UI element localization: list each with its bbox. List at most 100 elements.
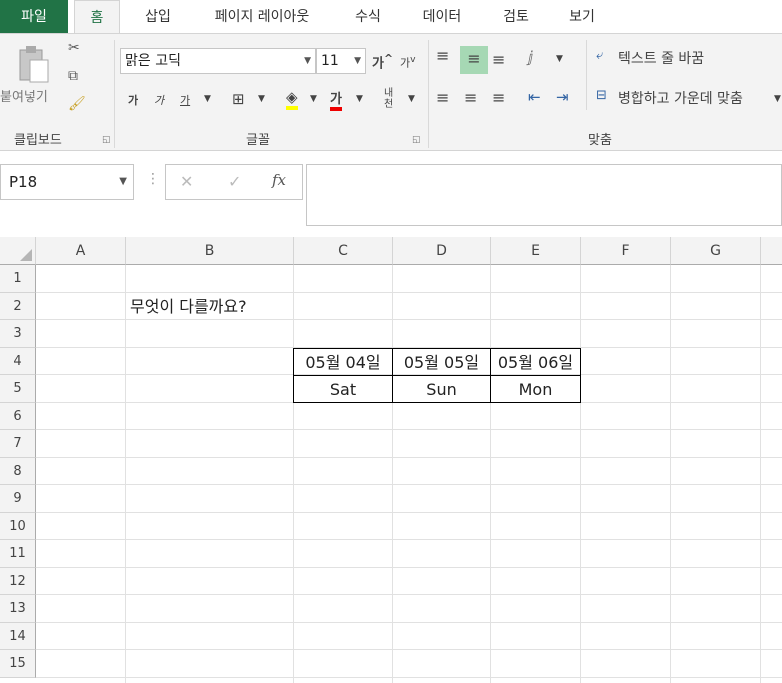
name-box-value: P18 xyxy=(9,173,38,191)
row-header-7[interactable]: 7 xyxy=(0,430,36,458)
underline-button[interactable]: 가 xyxy=(180,92,190,108)
column-gridline xyxy=(293,265,294,683)
align-center-icon[interactable]: ≡ xyxy=(464,88,477,107)
select-all-icon xyxy=(20,249,32,261)
row-header-2[interactable]: 2 xyxy=(0,292,36,320)
cell-d4[interactable]: 05월 05일 xyxy=(392,348,491,376)
column-gridline xyxy=(760,265,761,683)
insert-function-icon[interactable]: fx xyxy=(272,171,286,189)
fill-color-icon[interactable]: ◈ xyxy=(286,88,298,110)
tab-data[interactable]: 데이터 xyxy=(414,0,470,34)
row-header-4[interactable]: 4 xyxy=(0,347,36,375)
row-header-3[interactable]: 3 xyxy=(0,320,36,348)
chevron-down-icon[interactable]: ▼ xyxy=(408,94,415,104)
formula-input[interactable] xyxy=(306,164,782,226)
cell-e5[interactable]: Mon xyxy=(490,375,581,403)
tab-page-layout[interactable]: 페이지 레이아웃 xyxy=(202,0,322,34)
column-gridline xyxy=(670,265,671,683)
tab-insert[interactable]: 삽입 xyxy=(138,0,178,34)
grow-font-button[interactable]: 가^ xyxy=(372,52,393,71)
row-header-6[interactable]: 6 xyxy=(0,402,36,430)
increase-indent-icon[interactable]: ⇥ xyxy=(556,88,569,106)
orientation-icon[interactable]: ⅉ xyxy=(528,48,533,66)
align-middle-icon[interactable]: ≡ xyxy=(460,46,488,74)
select-all-corner[interactable] xyxy=(0,237,36,265)
chevron-down-icon[interactable]: ▼ xyxy=(774,94,781,104)
cancel-icon[interactable]: ✕ xyxy=(180,172,193,191)
font-color-button[interactable]: 가 xyxy=(330,88,342,111)
clipboard-group-label: 클립보드 xyxy=(14,133,62,148)
bold-button[interactable]: 가 xyxy=(128,92,138,108)
paste-icon[interactable] xyxy=(16,44,52,86)
row-header-15[interactable]: 15 xyxy=(0,650,36,678)
borders-icon[interactable]: ⊞ xyxy=(232,90,245,108)
column-header-c[interactable]: C xyxy=(294,237,393,265)
wrap-text-button[interactable]: 텍스트 줄 바꿈 xyxy=(618,48,704,68)
name-box[interactable]: P18 ▼ xyxy=(0,164,134,200)
chevron-down-icon[interactable]: ▼ xyxy=(556,54,563,64)
chevron-down-icon[interactable]: ▼ xyxy=(258,94,265,104)
format-painter-icon[interactable]: 🖌 xyxy=(68,96,86,112)
row-header-1[interactable]: 1 xyxy=(0,265,36,293)
decrease-indent-icon[interactable]: ⇤ xyxy=(528,88,541,106)
enter-check-icon[interactable]: ✓ xyxy=(228,172,241,191)
merge-center-button[interactable]: 병합하고 가운데 맞춤 xyxy=(618,88,743,108)
column-gridline xyxy=(490,265,491,683)
worksheet-grid: A B C D E F G 1 2 3 4 5 6 7 8 9 10 11 12 13 14 15 무엇이 … xyxy=(0,237,782,683)
group-divider xyxy=(114,40,115,148)
chevron-down-icon: ▼ xyxy=(354,56,361,66)
column-header-d[interactable]: D xyxy=(393,237,491,265)
column-gridline xyxy=(125,265,126,683)
column-header-partial[interactable] xyxy=(761,237,782,265)
caret-down-icon: v xyxy=(410,54,416,65)
chevron-down-icon[interactable]: ▼ xyxy=(119,165,127,199)
align-right-icon[interactable]: ≡ xyxy=(492,88,505,107)
chevron-down-icon[interactable]: ▼ xyxy=(356,94,363,104)
font-launcher-icon[interactable]: ◱ xyxy=(412,135,421,145)
chevron-down-icon[interactable]: ▼ xyxy=(204,94,211,104)
cell-e4[interactable]: 05월 06일 xyxy=(490,348,581,376)
tab-home[interactable]: 홈 xyxy=(74,0,120,35)
copy-icon[interactable]: ⧉ xyxy=(68,68,78,84)
row-header-12[interactable]: 12 xyxy=(0,567,36,595)
clipboard-launcher-icon[interactable]: ◱ xyxy=(102,135,111,145)
column-header-f[interactable]: F xyxy=(581,237,671,265)
tab-review[interactable]: 검토 xyxy=(496,0,536,34)
align-top-icon[interactable]: ≡ xyxy=(436,46,449,65)
align-bottom-icon[interactable]: ≡ xyxy=(492,50,505,69)
column-header-b[interactable]: B xyxy=(126,237,294,265)
column-gridline xyxy=(580,265,581,683)
align-left-icon[interactable]: ≡ xyxy=(436,88,449,107)
cell-c4[interactable]: 05월 04일 xyxy=(293,348,393,376)
column-header-e[interactable]: E xyxy=(491,237,581,265)
cell-d5[interactable]: Sun xyxy=(392,375,491,403)
tab-formulas[interactable]: 수식 xyxy=(348,0,388,34)
paste-button[interactable]: 붙여넣기 xyxy=(0,86,48,105)
shrink-font-button[interactable]: 가v xyxy=(400,54,416,71)
phonetic-guide-button[interactable]: 내천 xyxy=(384,88,400,110)
column-header-a[interactable]: A xyxy=(36,237,126,265)
tab-view[interactable]: 보기 xyxy=(562,0,602,34)
row-header-9[interactable]: 9 xyxy=(0,485,36,513)
cell-b2[interactable]: 무엇이 다를까요? xyxy=(130,293,290,320)
font-size-value: 11 xyxy=(321,53,339,69)
row-header-10[interactable]: 10 xyxy=(0,512,36,540)
row-header-11[interactable]: 11 xyxy=(0,540,36,568)
caret-up-icon: ^ xyxy=(383,52,394,65)
row-header-13[interactable]: 13 xyxy=(0,595,36,623)
more-options-icon[interactable]: ⋮ xyxy=(146,171,160,187)
column-gridline xyxy=(392,265,393,683)
column-header-g[interactable]: G xyxy=(671,237,761,265)
font-size-select[interactable]: 11 ▼ xyxy=(316,48,366,74)
chevron-down-icon[interactable]: ▼ xyxy=(310,94,317,104)
tab-file[interactable]: 파일 xyxy=(0,0,68,34)
font-name-select[interactable]: 맑은 고딕 ▼ xyxy=(120,48,316,74)
wrap-text-icon[interactable]: ⤶ xyxy=(596,48,603,63)
row-header-8[interactable]: 8 xyxy=(0,457,36,485)
merge-center-icon[interactable]: ⊟ xyxy=(596,88,607,103)
row-header-5[interactable]: 5 xyxy=(0,375,36,403)
cut-icon[interactable]: ✂ xyxy=(68,40,80,56)
cell-c5[interactable]: Sat xyxy=(293,375,393,403)
row-header-14[interactable]: 14 xyxy=(0,622,36,650)
italic-button[interactable]: 가 xyxy=(154,92,164,108)
